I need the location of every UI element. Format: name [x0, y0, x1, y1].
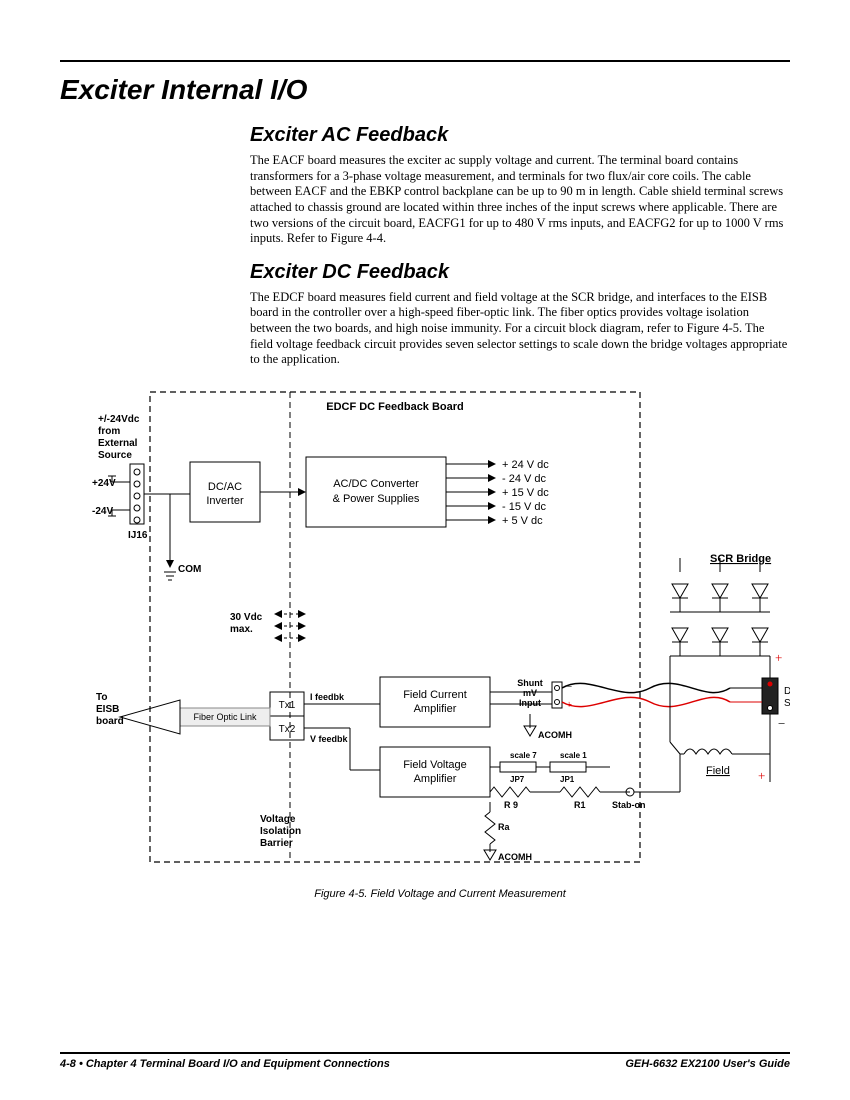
scale1: scale 1	[560, 751, 587, 760]
ext-l1: +/-24Vdc	[98, 414, 140, 425]
vib-l2: Isolation	[260, 826, 301, 837]
section-ac-heading: Exciter AC Feedback	[250, 124, 790, 147]
thirty-l1: 30 Vdc	[230, 612, 263, 623]
ext-l3: External	[98, 438, 138, 449]
section-ac-text: The EACF board measures the exciter ac s…	[250, 153, 790, 247]
jp1: JP1	[560, 775, 575, 784]
inverter-l1: DC/AC	[208, 481, 242, 493]
svg-text:+ 24 V dc: + 24 V dc	[502, 459, 549, 471]
figure-4-5: EDCF DC Feedback Board +/-24Vdc from Ext…	[90, 382, 790, 900]
shunt-l1: Shunt	[517, 678, 543, 688]
tx2: Tx2	[279, 724, 296, 735]
fva-l2: Amplifier	[414, 773, 457, 785]
svg-text:+ 5 V dc: + 5 V dc	[502, 515, 543, 527]
svg-text:+ 15 V dc: + 15 V dc	[502, 487, 549, 499]
fca-l2: Amplifier	[414, 703, 457, 715]
tx1: Tx1	[279, 700, 296, 711]
ext-l2: from	[98, 426, 120, 437]
svg-text:+: +	[775, 650, 782, 665]
vib-l3: Barrier	[260, 838, 293, 849]
conv-l2: & Power Supplies	[333, 493, 420, 505]
footer-right: GEH-6632 EX2100 User's Guide	[625, 1058, 790, 1070]
ifb: I feedbk	[310, 692, 345, 702]
acomh1: ACOMH	[538, 730, 572, 740]
page-footer: 4-8 • Chapter 4 Terminal Board I/O and E…	[60, 1052, 790, 1070]
footer-left: 4-8 • Chapter 4 Terminal Board I/O and E…	[60, 1058, 390, 1070]
conv-l1: AC/DC Converter	[333, 478, 419, 490]
com: COM	[178, 564, 201, 575]
dcshunt-l1: DC	[784, 686, 790, 697]
scr-label: SCR Bridge	[710, 553, 771, 565]
ext-l4: Source	[98, 450, 132, 461]
ij16: IJ16	[128, 530, 148, 541]
dcshunt-l2: Shunt	[784, 698, 790, 709]
minus24: -24V	[92, 506, 113, 517]
inverter-l2: Inverter	[206, 495, 244, 507]
to1: To	[96, 692, 107, 703]
vfb: V feedbk	[310, 734, 349, 744]
stabon: Stab-on	[612, 800, 646, 810]
field-label: Field	[706, 765, 730, 777]
svg-text:- 24 V dc: - 24 V dc	[502, 473, 547, 485]
board-title: EDCF DC Feedback Board	[326, 401, 464, 413]
thirty-l2: max.	[230, 624, 253, 635]
fca-l1: Field Current	[403, 689, 467, 701]
to3: board	[96, 716, 124, 727]
scale7: scale 7	[510, 751, 537, 760]
svg-text:−: −	[778, 716, 785, 731]
section-dc-heading: Exciter DC Feedback	[250, 261, 790, 284]
svg-text:−: −	[566, 681, 572, 693]
svg-text:+: +	[758, 768, 765, 783]
r9: R 9	[504, 800, 518, 810]
page-title: Exciter Internal I/O	[60, 74, 790, 106]
ra: Ra	[498, 822, 510, 832]
shunt-l3: Input	[519, 698, 541, 708]
scr-bridge	[670, 558, 770, 656]
acomh2: ACOMH	[498, 852, 532, 862]
vib-l1: Voltage	[260, 814, 296, 825]
figure-caption: Figure 4-5. Field Voltage and Current Me…	[90, 888, 790, 900]
svg-text:- 15 V dc: - 15 V dc	[502, 501, 547, 513]
r1l: R1	[574, 800, 586, 810]
voltage-rails: + 24 V dc - 24 V dc + 15 V dc - 15 V dc …	[446, 459, 549, 527]
to2: EISB	[96, 704, 119, 715]
jp7: JP7	[510, 775, 525, 784]
section-dc-text: The EDCF board measures field current an…	[250, 290, 790, 368]
fva-l1: Field Voltage	[403, 759, 467, 771]
fol: Fiber Optic Link	[193, 712, 257, 722]
shunt-l2: mV	[523, 688, 537, 698]
